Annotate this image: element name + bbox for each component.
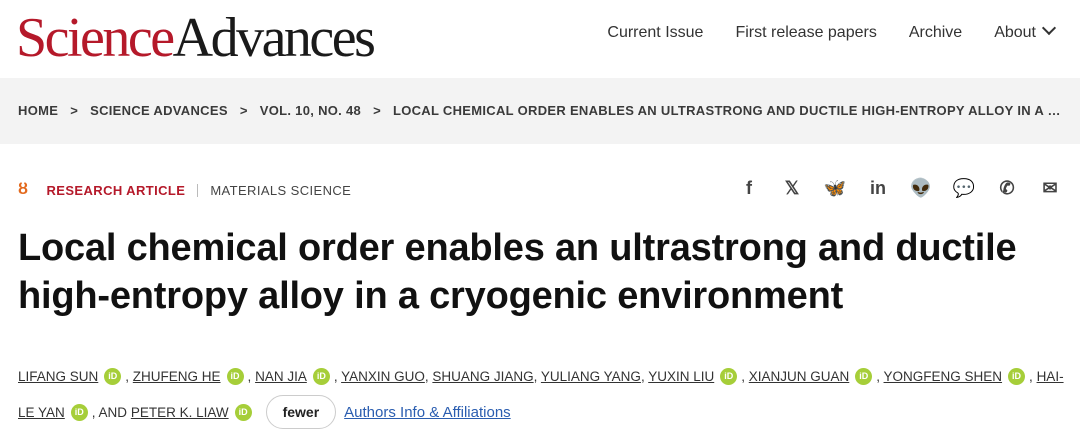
orcid-icon[interactable]: iD [720, 367, 738, 385]
author-conjunction: AND [98, 405, 131, 420]
email-icon[interactable]: ✉ [1038, 176, 1062, 200]
fewer-button[interactable]: fewer [265, 395, 337, 429]
nav-current-issue[interactable]: Current Issue [607, 24, 703, 42]
site-header: ScienceAdvances Current Issue First rele… [0, 0, 1080, 74]
article-title: Local chemical order enables an ultrastr… [18, 227, 1017, 317]
author-name[interactable]: XIANJUN GUAN [749, 369, 850, 384]
share-bar: f 𝕏 🦋 in 👽 💬 ✆ ✉ [737, 176, 1062, 200]
author-name[interactable]: NAN JIA [255, 369, 307, 384]
authors-affiliations-link[interactable]: Authors Info & Affiliations [344, 404, 511, 421]
author-name[interactable]: YULIANG YANG [541, 369, 641, 384]
orcid-icon[interactable]: iD [1008, 367, 1026, 385]
orcid-icon[interactable]: iD [234, 403, 252, 421]
bluesky-icon[interactable]: 🦋 [823, 176, 847, 200]
breadcrumb-bar: HOME > SCIENCE ADVANCES > VOL. 10, NO. 48 > LO… [0, 78, 1080, 144]
logo-advances: Advances [172, 7, 376, 69]
breadcrumb-separator: > [70, 103, 79, 118]
breadcrumb-separator: > [239, 103, 248, 118]
wechat-icon[interactable]: 💬 [952, 176, 976, 200]
linkedin-icon[interactable]: in [866, 176, 890, 200]
author-name[interactable]: YANXIN GUO [341, 369, 425, 384]
author-name[interactable]: LIFANG SUN [18, 369, 98, 384]
article-subject[interactable]: MATERIALS SCIENCE [210, 183, 351, 198]
nav-archive[interactable]: Archive [909, 24, 962, 42]
facebook-icon[interactable]: f [737, 176, 761, 200]
author-name[interactable]: SHUANG JIANG [432, 369, 533, 384]
author-name[interactable]: YUXIN LIU [648, 369, 714, 384]
whatsapp-icon[interactable]: ✆ [995, 176, 1019, 200]
logo-science: Science [16, 7, 175, 69]
breadcrumb-separator: > [373, 103, 381, 118]
article-meta: ȣ RESEARCH ARTICLE MATERIALS SCIENCE [18, 181, 351, 199]
x-icon[interactable]: 𝕏 [780, 176, 804, 200]
breadcrumb-article: LOCAL CHEMICAL ORDER ENABLES AN ULTRASTR… [392, 103, 1068, 118]
nav-about-label: About [994, 24, 1036, 41]
breadcrumb-issue[interactable]: VOL. 10, NO. 48 [260, 103, 361, 118]
open-access-icon: ȣ [18, 181, 29, 198]
author-list: LIFANG SUN iD, ZHUFENG HE iD, NAN JIA iD, Y… [18, 359, 1073, 431]
author-name[interactable]: YONGFENG SHEN [884, 369, 1003, 384]
orcid-icon[interactable]: iD [70, 403, 88, 421]
breadcrumb: HOME > SCIENCE ADVANCES > VOL. 10, NO. 48 > LO… [18, 103, 1068, 118]
orcid-icon[interactable]: iD [312, 367, 330, 385]
chevron-down-icon [1041, 20, 1057, 36]
orcid-icon[interactable]: iD [226, 367, 244, 385]
reddit-icon[interactable]: 👽 [909, 176, 933, 200]
nav-about[interactable]: About [994, 20, 1057, 42]
breadcrumb-journal[interactable]: SCIENCE ADVANCES [90, 103, 228, 118]
science-advances-logo[interactable]: ScienceAdvances [16, 2, 376, 74]
author-name[interactable]: ZHUFENG HE [133, 369, 221, 384]
meta-divider [197, 183, 199, 197]
top-nav: Current Issue First release papers Archi… [607, 20, 1057, 42]
orcid-icon[interactable]: iD [855, 367, 873, 385]
article-type[interactable]: RESEARCH ARTICLE [47, 183, 186, 198]
author-name[interactable]: PETER K. LIAW [131, 405, 229, 420]
orcid-icon[interactable]: iD [104, 367, 122, 385]
nav-first-release[interactable]: First release papers [735, 24, 876, 42]
breadcrumb-home[interactable]: HOME [18, 103, 58, 118]
